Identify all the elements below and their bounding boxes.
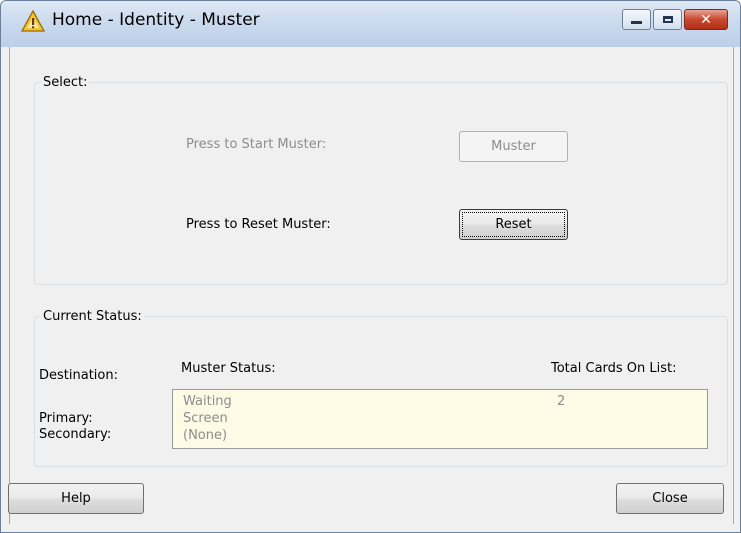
muster-status-header: Muster Status: [181,361,276,376]
reset-button[interactable]: Reset [459,209,568,240]
help-button[interactable]: Help [8,483,144,514]
select-group-legend: Select: [43,75,88,90]
status-line-none: (None) [183,428,228,443]
close-icon: ✕ [700,11,712,28]
current-status-legend: Current Status: [43,309,142,324]
status-line-waiting: Waiting [183,394,232,409]
close-button[interactable]: Close [616,483,724,514]
reset-muster-label: Press to Reset Muster: [186,217,331,232]
maximize-button[interactable] [653,9,682,30]
minimize-icon [631,21,642,24]
start-muster-label: Press to Start Muster: [186,137,327,152]
caption-buttons: ✕ [622,9,728,30]
total-cards-value: 2 [557,394,566,409]
select-group: Select: [34,75,728,285]
primary-label: Primary: [39,411,93,426]
destination-header: Destination: [39,368,118,383]
dialog-window: Home - Identity - Muster ✕ Select: Press… [0,0,741,533]
title-bar[interactable]: Home - Identity - Muster ✕ [1,1,740,47]
muster-status-box: Waiting Screen (None) 2 [172,389,708,449]
dialog-client-area: Select: Press to Start Muster: Muster Pr… [8,47,734,524]
maximize-icon [662,16,673,23]
secondary-label: Secondary: [39,427,112,442]
warning-triangle-icon [21,10,45,32]
muster-button[interactable]: Muster [459,131,568,162]
minimize-button[interactable] [622,9,651,30]
status-line-screen: Screen [183,411,228,426]
total-cards-header: Total Cards On List: [551,361,677,376]
close-window-button[interactable]: ✕ [684,9,728,30]
window-title: Home - Identity - Muster [52,10,260,30]
